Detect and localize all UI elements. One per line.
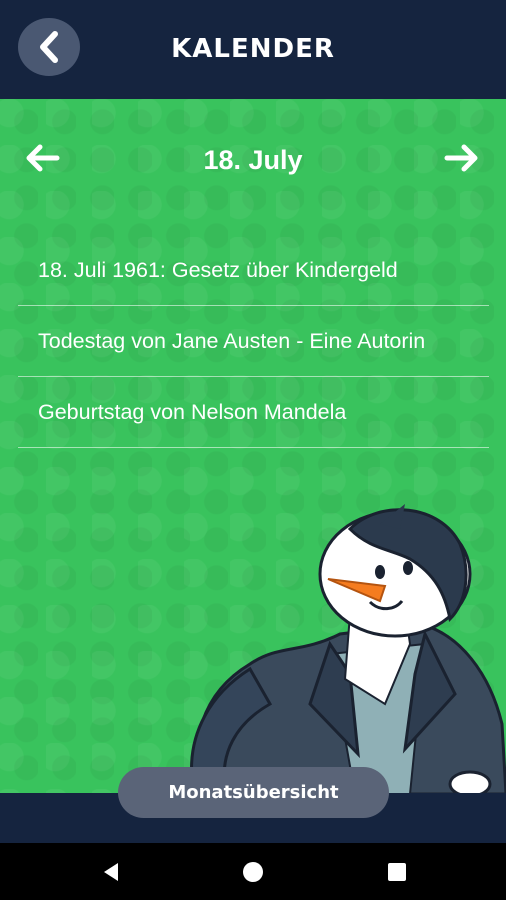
event-title: 18. Juli 1961: Gesetz über Kindergeld bbox=[38, 257, 398, 282]
page-title: KALENDER bbox=[171, 34, 335, 64]
top-bar: KALENDER bbox=[0, 0, 506, 99]
penguin-mascot bbox=[190, 504, 506, 793]
date-label: 18. July bbox=[203, 145, 303, 175]
event-title: Todestag von Jane Austen - Eine Autorin bbox=[38, 328, 426, 353]
home-circle-icon[interactable] bbox=[241, 860, 265, 884]
event-title: Geburtstag von Nelson Mandela bbox=[38, 399, 347, 424]
event-list: 18. Juli 1961: Gesetz über Kindergeld To… bbox=[18, 235, 489, 448]
event-item[interactable]: Geburtstag von Nelson Mandela bbox=[18, 377, 489, 448]
calendar-content: 18. July 18. Juli 1961: Gesetz über Kind… bbox=[0, 99, 506, 793]
month-overview-button[interactable]: Monatsübersicht bbox=[118, 767, 389, 818]
event-item[interactable]: 18. Juli 1961: Gesetz über Kindergeld bbox=[18, 235, 489, 306]
system-navigation-bar bbox=[0, 843, 506, 900]
back-triangle-icon[interactable] bbox=[100, 860, 124, 884]
app-screen: KALENDER 18. July 18. Juli 1961: Gesetz … bbox=[0, 0, 506, 843]
event-item[interactable]: Todestag von Jane Austen - Eine Autorin bbox=[18, 306, 489, 377]
recent-apps-square-icon[interactable] bbox=[385, 860, 409, 884]
next-day-button[interactable] bbox=[444, 143, 484, 175]
arrow-right-icon bbox=[444, 144, 478, 172]
